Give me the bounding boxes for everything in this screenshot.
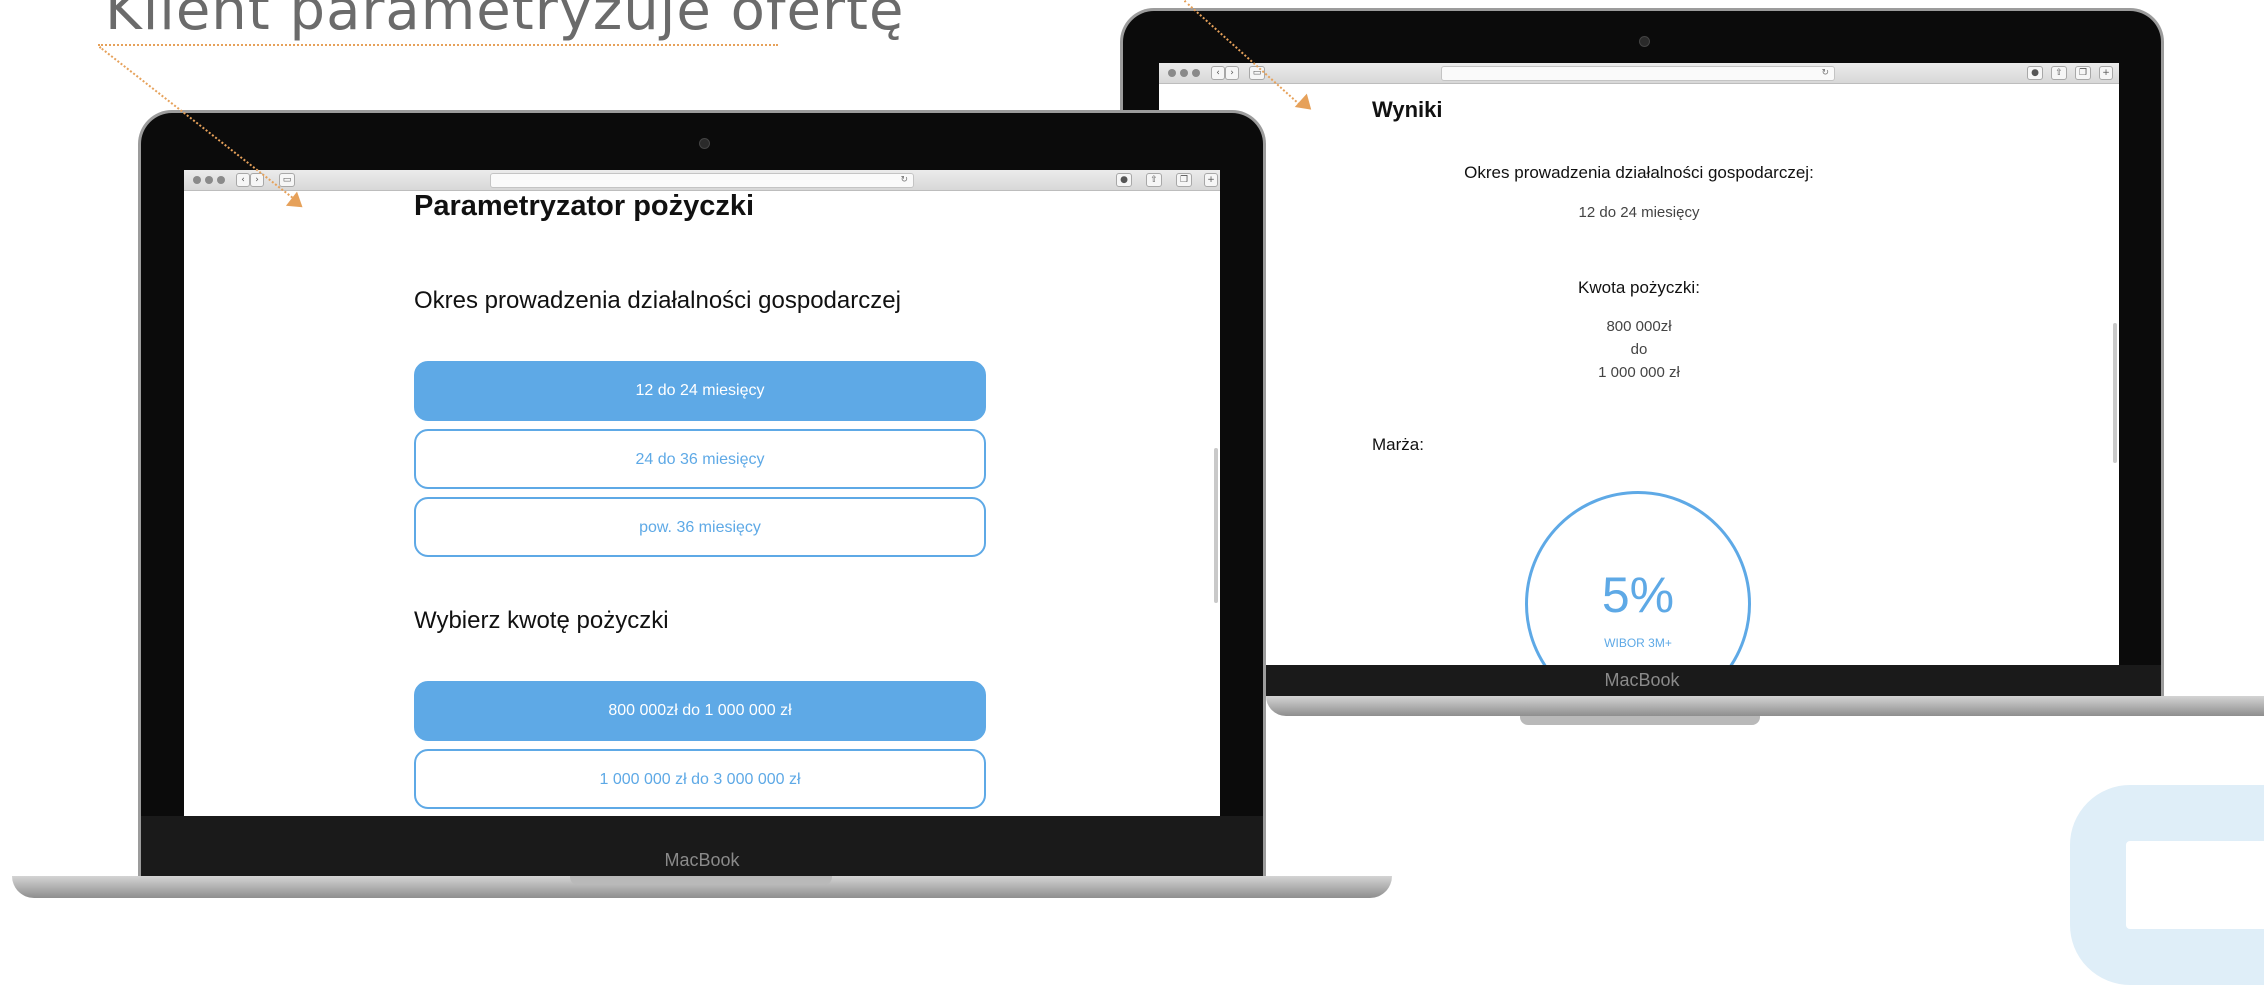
amount-option-1m-3m[interactable]: 1 000 000 zł do 3 000 000 zł bbox=[414, 749, 986, 809]
slide-title: Klient parametryzuje ofertę bbox=[105, 0, 905, 43]
tabs-icon[interactable]: ❐ bbox=[1176, 173, 1192, 187]
reload-icon[interactable]: ↻ bbox=[1821, 67, 1829, 80]
amount-line: 800 000zł bbox=[1606, 318, 1672, 335]
tabs-icon[interactable]: ❐ bbox=[2075, 66, 2091, 80]
period-option-over-36[interactable]: pow. 36 miesięcy bbox=[414, 497, 986, 557]
right-laptop-base bbox=[1266, 696, 2264, 716]
amount-label: Kwota pożyczki: bbox=[1578, 278, 1700, 297]
left-laptop-notch bbox=[570, 876, 832, 885]
period-value: 12 do 24 miesięcy bbox=[1578, 204, 1700, 221]
amount-heading: Wybierz kwotę pożyczki bbox=[414, 607, 669, 634]
window-control-dot[interactable] bbox=[205, 176, 213, 184]
window-control-dot[interactable] bbox=[1168, 69, 1176, 77]
browser-toolbar: ‹ › ▭ ↻ ● ⇧ ❐ + bbox=[1159, 63, 2119, 84]
right-laptop-screen: ‹ › ▭ ↻ ● ⇧ ❐ + Wyniki Okres prowadzenia… bbox=[1159, 63, 2119, 665]
amount-option-800k-1m[interactable]: 800 000zł do 1 000 000 zł bbox=[414, 681, 986, 741]
period-label: Okres prowadzenia działalności gospodarc… bbox=[1464, 163, 1814, 182]
decorative-watermark-shape bbox=[2070, 785, 2264, 985]
share-icon[interactable]: ⇧ bbox=[1146, 173, 1162, 187]
period-heading: Okres prowadzenia działalności gospodarc… bbox=[414, 287, 901, 314]
share-icon[interactable]: ⇧ bbox=[2051, 66, 2067, 80]
address-bar[interactable]: ↻ bbox=[490, 173, 914, 188]
amount-line: 1 000 000 zł bbox=[1598, 364, 1680, 381]
left-laptop-brand: MacBook bbox=[664, 850, 740, 870]
left-laptop-chin: MacBook bbox=[141, 816, 1263, 876]
margin-circle: 5% WIBOR 3M+ bbox=[1525, 491, 1751, 665]
margin-value: 5% bbox=[1601, 567, 1675, 623]
left-laptop-camera bbox=[699, 138, 710, 149]
download-icon[interactable]: ● bbox=[2027, 66, 2043, 80]
margin-label: Marża: bbox=[1372, 435, 1424, 454]
back-icon[interactable]: ‹ bbox=[236, 173, 250, 187]
new-tab-icon[interactable]: + bbox=[1204, 173, 1218, 187]
period-option-12-24[interactable]: 12 do 24 miesięcy bbox=[414, 361, 986, 421]
right-laptop-notch bbox=[1520, 716, 1760, 725]
page-title: Parametryzator pożyczki bbox=[414, 190, 755, 222]
browser-toolbar: ‹ › ▭ ↻ ● ⇧ ❐ + bbox=[184, 170, 1220, 191]
window-control-dot[interactable] bbox=[193, 176, 201, 184]
forward-icon[interactable]: › bbox=[1225, 66, 1239, 80]
reload-icon[interactable]: ↻ bbox=[900, 174, 908, 187]
back-icon[interactable]: ‹ bbox=[1211, 66, 1225, 80]
right-laptop-chin: MacBook bbox=[1123, 665, 2161, 696]
window-control-dot[interactable] bbox=[1180, 69, 1188, 77]
left-laptop-screen: ‹ › ▭ ↻ ● ⇧ ❐ + Parametryzator pożyczki … bbox=[184, 170, 1220, 816]
amount-line: do bbox=[1630, 341, 1648, 358]
address-bar[interactable]: ↻ bbox=[1441, 66, 1835, 81]
title-underline bbox=[98, 44, 778, 46]
new-tab-icon[interactable]: + bbox=[2099, 66, 2113, 80]
sidebar-icon[interactable]: ▭ bbox=[279, 173, 295, 187]
right-laptop-brand: MacBook bbox=[1604, 670, 1680, 690]
scrollbar[interactable] bbox=[1214, 448, 1218, 603]
window-control-dot[interactable] bbox=[1192, 69, 1200, 77]
margin-base: WIBOR 3M+ bbox=[1604, 636, 1672, 650]
window-control-dot[interactable] bbox=[217, 176, 225, 184]
period-option-24-36[interactable]: 24 do 36 miesięcy bbox=[414, 429, 986, 489]
results-title: Wyniki bbox=[1372, 97, 1443, 122]
right-laptop-camera bbox=[1639, 36, 1650, 47]
download-icon[interactable]: ● bbox=[1116, 173, 1132, 187]
